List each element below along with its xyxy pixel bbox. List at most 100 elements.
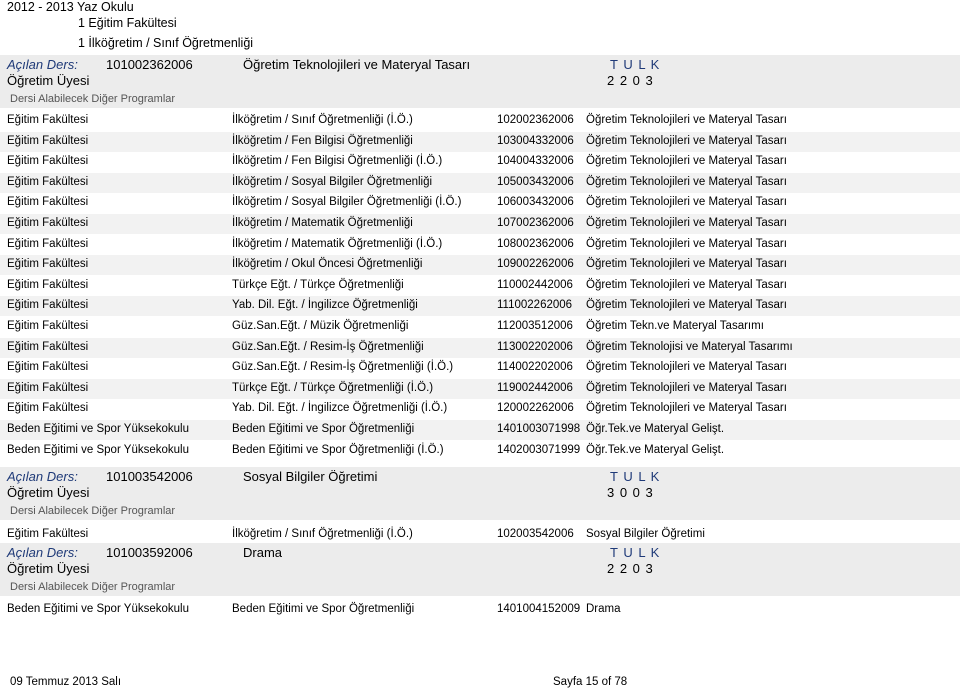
row-course-code: 102002362006 [497, 114, 574, 126]
course-label: Açılan Ders: [7, 57, 78, 72]
other-programs-label: Dersi Alabilecek Diğer Programlar [10, 581, 176, 593]
row-course-code: 113002202006 [497, 341, 573, 353]
row-program: İlköğretim / Matematik Öğretmenliği (İ.Ö… [232, 238, 443, 250]
course-code: 101003542006 [106, 469, 193, 484]
row-course-name: Öğretim Teknolojileri ve Materyal Tasarı [586, 299, 787, 311]
row-faculty: Eğitim Fakültesi [7, 217, 89, 229]
row-faculty: Eğitim Fakültesi [7, 402, 89, 414]
row-course-code: 1401003071998 [497, 423, 581, 435]
table-row: Beden Eğitimi ve Spor Yüksekokulu Beden E… [0, 420, 960, 440]
row-program: Beden Eğitimi ve Spor Öğretmenliği [232, 423, 415, 435]
row-program: Yab. Dil. Eğt. / İngilizce Öğretmenliği … [232, 402, 448, 414]
course-name: Öğretim Teknolojileri ve Materyal Tasarı [243, 57, 471, 72]
table-row: Eğitim Fakültesi İlköğretim / Fen Bilgisi… [0, 132, 960, 152]
table-row: Eğitim Fakültesi Yab. Dil. Eğt. / İngiliz… [0, 399, 960, 419]
row-course-code: 119002442006 [497, 382, 573, 394]
row-program: Güz.San.Eğt. / Müzik Öğretmenliği [232, 320, 409, 332]
row-faculty: Eğitim Fakültesi [7, 155, 89, 167]
row-course-code: 102003542006 [497, 528, 574, 540]
row-course-code: 103004332006 [497, 135, 574, 147]
row-course-code: 108002362006 [497, 238, 574, 250]
course-code: 101003592006 [106, 545, 193, 560]
row-course-name: Öğretim Teknolojileri ve Materyal Tasarı [586, 135, 787, 147]
row-faculty: Beden Eğitimi ve Spor Yüksekokulu [7, 603, 189, 615]
row-course-code: 111002262006 [497, 299, 573, 311]
row-course-name: Öğretim Teknolojileri ve Materyal Tasarı [586, 258, 787, 270]
row-program: Güz.San.Eğt. / Resim-İş Öğretmenliği (İ.… [232, 361, 454, 373]
row-faculty: Eğitim Fakültesi [7, 135, 89, 147]
row-course-code: 1401004152009 [497, 603, 581, 615]
row-course-code: 110002442006 [497, 279, 573, 291]
tulk-header: T U L K [610, 469, 661, 484]
row-course-name: Öğretim Teknolojileri ve Materyal Tasarı [586, 114, 787, 126]
row-faculty: Eğitim Fakültesi [7, 238, 89, 250]
credit-values: 3 0 0 3 [607, 485, 654, 500]
table-row: Eğitim Fakültesi İlköğretim / Fen Bilgisi… [0, 152, 960, 172]
course-name: Drama [243, 545, 283, 560]
course-label: Açılan Ders: [7, 545, 78, 560]
row-faculty: Eğitim Fakültesi [7, 176, 89, 188]
row-faculty: Eğitim Fakültesi [7, 279, 89, 291]
table-row: Eğitim Fakültesi Yab. Dil. Eğt. / İngiliz… [0, 296, 960, 316]
table-row: Eğitim Fakültesi İlköğretim / Sınıf Öğret… [0, 525, 960, 545]
row-course-code: 107002362006 [497, 217, 574, 229]
other-programs-header: Dersi Alabilecek Diğer Programlar [0, 579, 960, 596]
row-faculty: Eğitim Fakültesi [7, 528, 89, 540]
table-row: Eğitim Fakültesi İlköğretim / Sınıf Öğret… [0, 111, 960, 131]
row-faculty: Eğitim Fakültesi [7, 114, 89, 126]
teacher-row: Öğretim Üyesi 2 2 0 3 [0, 72, 960, 91]
table-row: Eğitim Fakültesi Güz.San.Eğt. / Resim-İş … [0, 338, 960, 358]
row-program: İlköğretim / Okul Öncesi Öğretmenliği [232, 258, 423, 270]
teacher-label: Öğretim Üyesi [7, 485, 90, 500]
row-program: Beden Eğitimi ve Spor Öğretmenliği [232, 603, 415, 615]
row-program: İlköğretim / Sınıf Öğretmenliği (İ.Ö.) [232, 528, 413, 540]
table-row: Beden Eğitimi ve Spor Yüksekokulu Beden E… [0, 441, 960, 461]
row-faculty: Eğitim Fakültesi [7, 382, 89, 394]
table-row: Eğitim Fakültesi Güz.San.Eğt. / Resim-İş … [0, 358, 960, 378]
row-program: Yab. Dil. Eğt. / İngilizce Öğretmenliği [232, 299, 418, 311]
program-title: 1 İlköğretim / Sınıf Öğretmenliği [78, 36, 254, 50]
row-course-name: Öğr.Tek.ve Materyal Gelişt. [586, 423, 725, 435]
row-course-name: Öğretim Teknolojileri ve Materyal Tasarı [586, 361, 787, 373]
row-course-name: Öğretim Teknolojileri ve Materyal Tasarı [586, 196, 787, 208]
row-course-name: Drama [586, 603, 621, 615]
table-row: Eğitim Fakültesi Türkçe Eğt. / Türkçe Öğr… [0, 379, 960, 399]
table-row: Eğitim Fakültesi İlköğretim / Sosyal Bilg… [0, 173, 960, 193]
row-course-name: Öğr.Tek.ve Materyal Gelişt. [586, 444, 725, 456]
teacher-row: Öğretim Üyesi 3 0 0 3 [0, 484, 960, 503]
row-faculty: Eğitim Fakültesi [7, 299, 89, 311]
other-programs-label: Dersi Alabilecek Diğer Programlar [10, 505, 176, 517]
row-course-name: Öğretim Teknolojileri ve Materyal Tasarı [586, 217, 787, 229]
row-course-code: 120002262006 [497, 402, 574, 414]
other-programs-label: Dersi Alabilecek Diğer Programlar [10, 93, 176, 105]
row-course-name: Öğretim Teknolojileri ve Materyal Tasarı [586, 402, 787, 414]
table-row: Eğitim Fakültesi İlköğretim / Okul Öncesi… [0, 255, 960, 275]
row-course-code: 106003432006 [497, 196, 574, 208]
row-faculty: Eğitim Fakültesi [7, 320, 89, 332]
credit-values: 2 2 0 3 [607, 73, 654, 88]
row-faculty: Beden Eğitimi ve Spor Yüksekokulu [7, 444, 189, 456]
footer-page-number: Sayfa 15 of 78 [553, 676, 628, 688]
row-course-name: Sosyal Bilgiler Öğretimi [586, 528, 705, 540]
row-course-code: 1402003071999 [497, 444, 581, 456]
row-course-code: 112003512006 [497, 320, 573, 332]
row-course-code: 114002202006 [497, 361, 573, 373]
row-course-name: Öğretim Teknolojileri ve Materyal Tasarı [586, 238, 787, 250]
table-row: Eğitim Fakültesi Güz.San.Eğt. / Müzik Öğr… [0, 317, 960, 337]
row-course-name: Öğretim Teknolojileri ve Materyal Tasarı [586, 155, 787, 167]
row-faculty: Eğitim Fakültesi [7, 341, 89, 353]
course-name: Sosyal Bilgiler Öğretimi [243, 469, 378, 484]
row-program: İlköğretim / Sınıf Öğretmenliği (İ.Ö.) [232, 114, 413, 126]
other-programs-header: Dersi Alabilecek Diğer Programlar [0, 91, 960, 108]
course-code: 101002362006 [106, 57, 193, 72]
course-label: Açılan Ders: [7, 469, 78, 484]
teacher-label: Öğretim Üyesi [7, 561, 90, 576]
row-program: İlköğretim / Fen Bilgisi Öğretmenliği [232, 135, 413, 147]
tulk-header: T U L K [610, 545, 661, 560]
faculty-title: 1 Eğitim Fakültesi [78, 16, 177, 30]
footer-date: 09 Temmuz 2013 Salı [10, 676, 122, 688]
row-faculty: Eğitim Fakültesi [7, 196, 89, 208]
teacher-label: Öğretim Üyesi [7, 73, 90, 88]
row-course-code: 104004332006 [497, 155, 574, 167]
tulk-header: T U L K [610, 57, 661, 72]
